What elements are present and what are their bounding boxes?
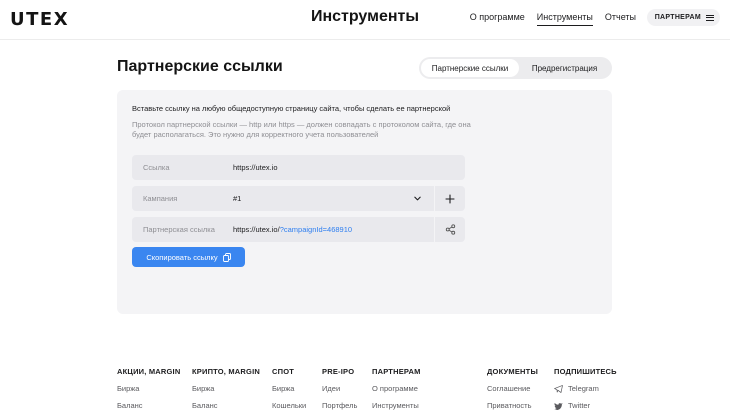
footer-link[interactable]: Биржа	[272, 384, 306, 393]
telegram-label: Telegram	[568, 384, 599, 393]
footer-link[interactable]: Инструменты	[372, 401, 421, 410]
nav-reports[interactable]: Отчеты	[605, 12, 636, 26]
footer-col-title: СПОТ	[272, 367, 295, 376]
footer-link[interactable]: Баланс	[192, 401, 260, 410]
footer-col-title: PRE-IPO	[322, 367, 355, 376]
footer-link[interactable]: Биржа	[192, 384, 260, 393]
hamburger-icon	[706, 14, 714, 21]
partner-link-base: https://utex.io/	[233, 225, 280, 234]
top-header: UTEX Инструменты О программе Инструменты…	[0, 0, 730, 40]
telegram-icon	[554, 384, 563, 393]
footer-link-telegram[interactable]: Telegram	[554, 384, 617, 393]
twitter-icon	[554, 402, 563, 410]
footer-col-docs: ДОКУМЕНТЫ Соглашение Приватность	[487, 367, 538, 410]
share-icon	[445, 224, 455, 235]
partner-link-value: https://utex.io/?campaignId=468910	[233, 225, 352, 234]
footer-link[interactable]: Биржа	[117, 384, 180, 393]
partners-menu-label: ПАРТНЕРАМ	[654, 14, 701, 21]
link-builder-card: Вставьте ссылку на любую общедоступную с…	[117, 90, 612, 314]
share-button[interactable]	[434, 217, 465, 242]
card-heading: Вставьте ссылку на любую общедоступную с…	[132, 104, 451, 113]
footer-col-spot: СПОТ Биржа Кошельки	[272, 367, 306, 410]
campaign-select-value: #1	[233, 194, 242, 203]
footer-link[interactable]: Приватность	[487, 401, 538, 410]
nav-about[interactable]: О программе	[470, 12, 525, 26]
copy-link-label: Скопировать ссылку	[146, 252, 218, 262]
utex-logo[interactable]: UTEX	[10, 9, 69, 30]
footer-link[interactable]: Соглашение	[487, 384, 538, 393]
partner-link-query: ?campaignId=468910	[279, 225, 353, 234]
section-tabs: Партнерские ссылки Предрегистрация	[419, 57, 612, 79]
footer-col-title: КРИПТО, MARGIN	[192, 367, 260, 376]
footer-col-title: ДОКУМЕНТЫ	[487, 367, 538, 376]
footer-link-twitter[interactable]: Twitter	[554, 401, 617, 410]
link-field-label: Ссылка	[143, 163, 170, 172]
add-campaign-button[interactable]	[434, 186, 465, 211]
top-nav: О программе Инструменты Отчеты	[470, 12, 636, 26]
campaign-select-label: Кампания	[143, 194, 178, 203]
partner-link-label: Партнерская ссылка	[143, 225, 215, 234]
nav-tools[interactable]: Инструменты	[536, 12, 593, 26]
footer-col-title: ПОДПИШИТЕСЬ	[554, 367, 617, 376]
copy-link-button[interactable]: Скопировать ссылку	[132, 247, 245, 267]
footer-col-title: АКЦИИ, MARGIN	[117, 367, 181, 376]
section-title: Партнерские ссылки	[117, 58, 283, 75]
link-field[interactable]: Ссылка https://utex.io	[132, 155, 465, 180]
footer-link[interactable]: Портфель	[322, 401, 357, 410]
footer-link[interactable]: Кошельки	[272, 401, 306, 410]
copy-icon	[222, 252, 231, 262]
chevron-down-icon[interactable]	[413, 194, 422, 203]
partner-link-field[interactable]: Партнерская ссылка https://utex.io/?camp…	[132, 217, 465, 242]
tab-preregistration[interactable]: Предрегистрация	[519, 59, 610, 77]
footer-col-preipo: PRE-IPO Идеи Портфель	[322, 367, 357, 410]
footer-col-crypto: КРИПТО, MARGIN Биржа Баланс	[192, 367, 260, 410]
link-field-value: https://utex.io	[233, 163, 278, 172]
footer-link[interactable]: Баланс	[117, 401, 180, 410]
footer-col-partners: ПАРТНЕРАМ О программе Инструменты	[372, 367, 421, 410]
footer-col-title: ПАРТНЕРАМ	[372, 367, 421, 376]
campaign-select[interactable]: Кампания #1	[132, 186, 465, 211]
twitter-label: Twitter	[568, 401, 591, 410]
footer-link[interactable]: О программе	[372, 384, 421, 393]
card-description: Протокол партнерской ссылки — http или h…	[132, 120, 471, 139]
tab-partner-links[interactable]: Партнерские ссылки	[421, 59, 519, 77]
plus-icon	[445, 193, 455, 204]
footer-link[interactable]: Идеи	[322, 384, 357, 393]
footer-col-subscribe: ПОДПИШИТЕСЬ Telegram Twitter	[554, 367, 617, 410]
footer-col-stocks: АКЦИИ, MARGIN Биржа Баланс	[117, 367, 180, 410]
partners-menu-button[interactable]: ПАРТНЕРАМ	[646, 9, 720, 26]
footer: АКЦИИ, MARGIN Биржа Баланс КРИПТО, MARGI…	[0, 355, 730, 413]
